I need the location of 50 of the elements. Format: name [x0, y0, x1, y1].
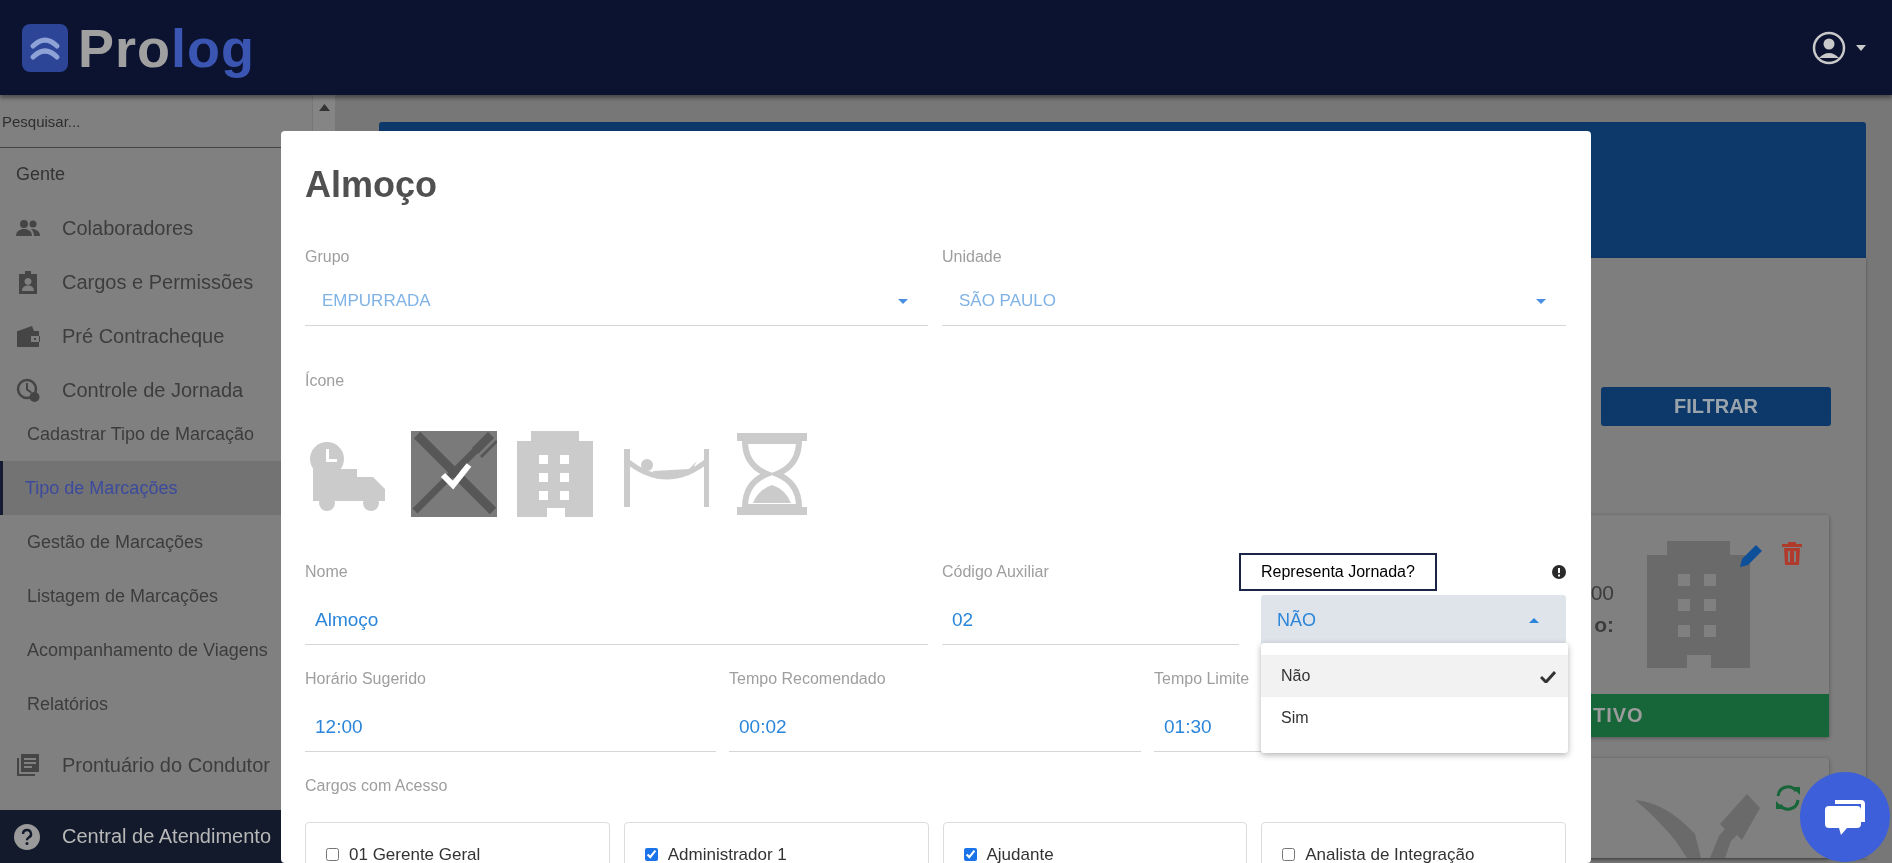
wallet-icon	[16, 324, 40, 348]
checkbox[interactable]	[963, 848, 977, 861]
caret-icon	[1856, 44, 1866, 51]
clock-icon	[16, 378, 40, 402]
section-heading: Gente	[16, 164, 66, 185]
field-label: Tempo Limite	[1154, 669, 1250, 689]
field-label: Ícone	[305, 371, 345, 391]
checkbox[interactable]	[326, 848, 339, 861]
checkbox[interactable]	[644, 848, 658, 861]
field-label: Grupo	[305, 247, 350, 267]
check-icon	[1540, 669, 1556, 683]
dialog-title: Almoço	[305, 163, 438, 207]
logo-text: Prolog	[78, 17, 255, 78]
checkbox-label: Administrador 1	[667, 845, 787, 863]
field-label: Cargos com Acesso	[305, 776, 448, 796]
card-text: 00	[1590, 580, 1614, 605]
select-field[interactable]: EMPURRADA	[305, 277, 928, 326]
cutlery-icon	[1635, 794, 1760, 858]
checkbox[interactable]	[1282, 848, 1296, 861]
input-field[interactable]: Almoço	[305, 595, 928, 645]
filter-button[interactable]: FILTRAR	[1601, 387, 1831, 426]
field-label: Representa Jornada?	[1239, 553, 1437, 591]
scroll-up-icon[interactable]	[318, 104, 330, 111]
help-icon	[14, 823, 40, 850]
caret-icon	[898, 298, 908, 304]
building-icon	[1647, 540, 1750, 668]
cutlery-icon[interactable]	[411, 431, 497, 517]
field-label: Unidade	[942, 247, 1002, 267]
document-icon	[16, 753, 40, 777]
field-label: Nome	[305, 562, 348, 582]
select-field[interactable]: NÃO	[1261, 595, 1566, 646]
field-label: Código Auxiliar	[942, 562, 1049, 582]
menu-option[interactable]: Não	[1261, 655, 1568, 697]
select-field[interactable]: SÃO PAULO	[942, 277, 1566, 326]
badge-icon	[16, 270, 40, 294]
caret-icon	[1536, 298, 1546, 304]
input-field[interactable]: 00:02	[729, 702, 1141, 752]
checkbox-label: 01 Gerente Geral	[349, 845, 481, 863]
checkbox-label: Ajudante	[986, 845, 1054, 863]
logo-icon	[22, 23, 68, 72]
input-field[interactable]: 02	[942, 595, 1239, 645]
field-label: Tempo Recomendado	[729, 669, 886, 689]
avatar-icon	[1812, 30, 1846, 65]
checkbox-label: Analista de Integração	[1305, 845, 1475, 863]
input-field[interactable]: 12:00	[305, 702, 716, 752]
caret-icon	[1529, 617, 1539, 623]
field-label: Horário Sugerido	[305, 669, 426, 689]
alert-icon	[1552, 565, 1566, 579]
card-text: o:	[1594, 612, 1614, 637]
chat-icon	[1825, 798, 1865, 836]
